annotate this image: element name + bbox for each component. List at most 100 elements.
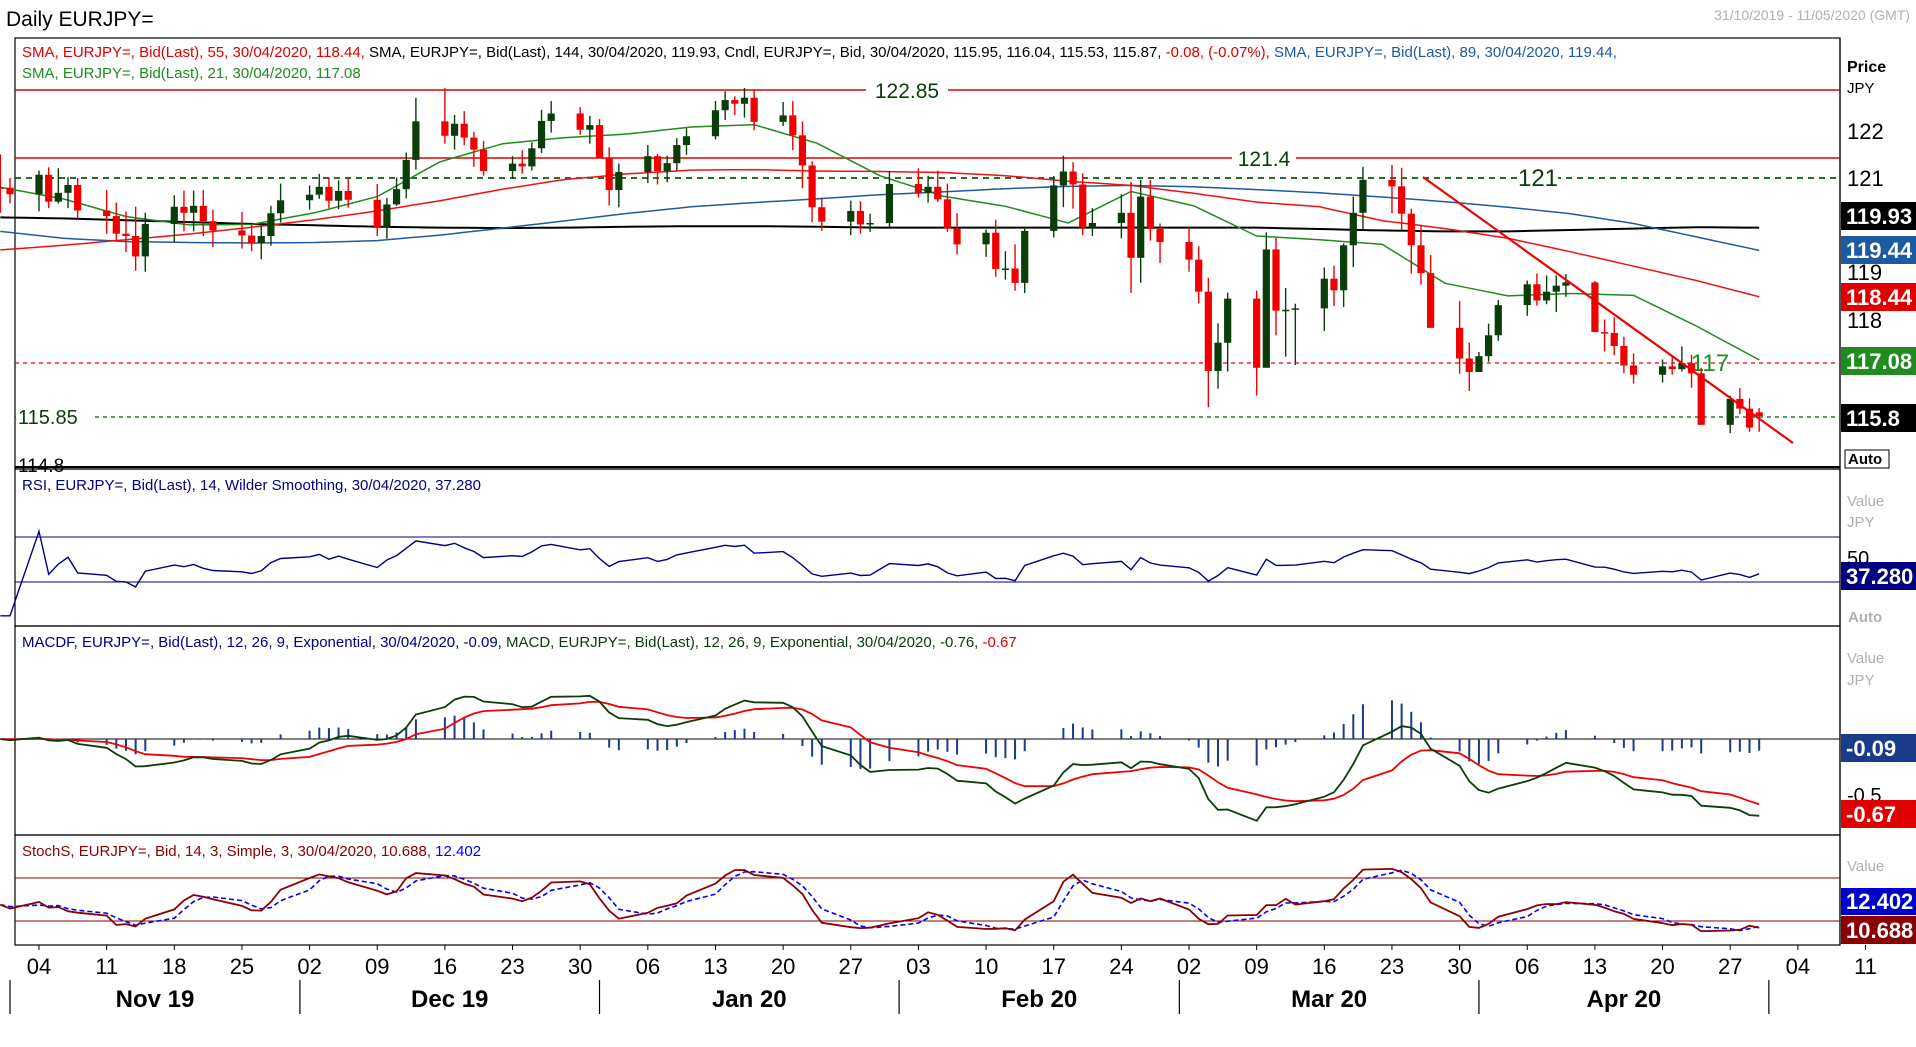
candle-body [1359, 179, 1367, 213]
x-tick-label: 10 [974, 954, 998, 979]
candle-body [441, 121, 449, 136]
rsi-axis-unit: JPY [1847, 514, 1875, 531]
candle-body [112, 216, 120, 234]
x-tick-label: 23 [500, 954, 524, 979]
candle-body [373, 199, 381, 228]
legend-sma89: SMA, EURJPY=, Bid(Last), 89, 30/04/2020,… [1274, 44, 1617, 61]
candle-body [1591, 282, 1599, 333]
x-tick-label: 17 [1041, 954, 1065, 979]
rsi-series-line [0, 528, 1760, 617]
candle-body [1320, 278, 1328, 309]
candle-body [528, 148, 536, 167]
badge-sma55: 118.44 [1846, 285, 1913, 310]
x-tick-label: 02 [1177, 954, 1201, 979]
x-tick-label: 06 [1515, 954, 1539, 979]
candle-body [982, 232, 990, 245]
candle-body [392, 189, 401, 205]
candle-body [1494, 305, 1502, 336]
x-tick-label: 09 [1244, 954, 1268, 979]
x-tick-label: 24 [1109, 954, 1133, 979]
candle-body [914, 184, 923, 193]
candle-body [1417, 245, 1425, 274]
candle-body [934, 186, 942, 200]
badge-stoch-d: 12.402 [1846, 889, 1913, 914]
candle-body [1533, 284, 1541, 301]
price-axis-unit: JPY [1847, 80, 1875, 97]
level-label-121: 121 [1518, 165, 1558, 192]
auto-button-price[interactable]: Auto [1848, 451, 1882, 468]
macd-histogram [9, 700, 1761, 770]
candle-body [1050, 185, 1058, 231]
candle-body [132, 236, 140, 257]
candle-body [45, 174, 53, 202]
candle-body [1697, 373, 1705, 425]
candle-body [1475, 356, 1483, 372]
candle-body [644, 156, 652, 172]
candle-body [1117, 212, 1125, 224]
badge-sma89: 119.44 [1846, 238, 1913, 263]
candle-body [267, 213, 275, 236]
month-label: Feb 20 [1001, 986, 1077, 1013]
x-tick-label: 03 [906, 954, 930, 979]
trendline [1422, 176, 1794, 444]
candle-body [1088, 223, 1096, 228]
candle-body [847, 210, 855, 222]
candle-body [653, 156, 662, 172]
candle-body [6, 187, 14, 195]
candle-body [64, 184, 72, 193]
auto-button-rsi[interactable]: Auto [1848, 609, 1882, 626]
candle-body [1465, 358, 1473, 372]
candle-body [1552, 285, 1560, 292]
candle-body [141, 223, 149, 257]
candle-body [460, 123, 468, 138]
candle-body [180, 206, 188, 213]
candle-body [943, 199, 952, 229]
badge-stoch-k: 10.688 [1846, 918, 1913, 943]
x-tick-label: 20 [1650, 954, 1674, 979]
candle-body [1272, 249, 1280, 311]
x-tick-label: 27 [839, 954, 863, 979]
candle-body [122, 233, 130, 236]
candle-body [779, 115, 787, 122]
candle-body [750, 97, 758, 122]
x-axis: 04 11 18 25 02 09 16 23 30 06 13 20 27 03 10 17 24 02 09 16… [9, 945, 1877, 1014]
level-label-121.4: 121.4 [1238, 148, 1291, 171]
candle-body [1156, 229, 1164, 243]
candle-body [1658, 366, 1667, 375]
price-tick-121: 121 [1847, 166, 1884, 191]
candle-body [248, 235, 256, 243]
candle-body [1726, 398, 1734, 425]
candle-body [35, 174, 43, 195]
x-tick-label: 04 [27, 954, 51, 979]
macd-legend-signal: -0.67 [983, 634, 1017, 651]
candle-body [673, 145, 681, 164]
candle-body [1214, 342, 1222, 372]
candle-body [586, 125, 594, 130]
badge-rsi: 37.280 [1846, 564, 1913, 589]
badge-macd-hist: -0.09 [1846, 736, 1896, 761]
date-range: 31/10/2019 - 11/05/2020 (GMT) [1714, 7, 1910, 23]
candle-body [103, 210, 111, 217]
x-tick-label: 30 [1447, 954, 1471, 979]
candle-body [731, 100, 739, 104]
month-label: Apr 20 [1587, 986, 1662, 1013]
macd-legend: MACDF, EURJPY=, Bid(Last), 12, 26, 9, Ex… [22, 634, 1017, 651]
candle-body [924, 186, 932, 193]
x-tick-label: 11 [95, 954, 118, 979]
candle-body [789, 115, 797, 136]
candle-body [277, 200, 285, 214]
candle-body [1069, 171, 1077, 185]
candle-body [1011, 268, 1019, 283]
candle-body [190, 205, 198, 213]
candle-body [334, 190, 343, 201]
candle-body [54, 192, 62, 202]
candle-body [1349, 212, 1357, 246]
candles [0, 87, 1763, 434]
candle-body [721, 100, 729, 111]
x-tick-label: 30 [568, 954, 592, 979]
candle-body [199, 205, 207, 222]
candle-body [953, 228, 961, 245]
stoch-legend: StochS, EURJPY=, Bid, 14, 3, Simple, 3, … [22, 843, 481, 860]
stoch-legend-d: 12.402 [435, 843, 481, 860]
rsi-axis-value: Value [1847, 493, 1884, 510]
